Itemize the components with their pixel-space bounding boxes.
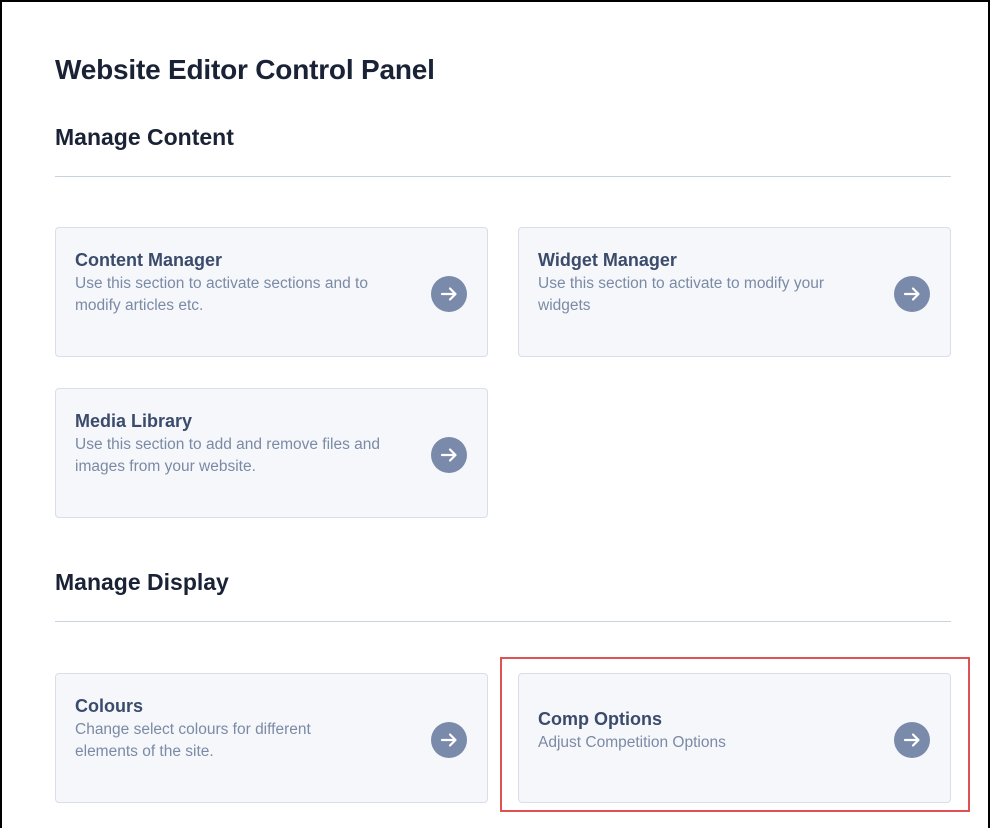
card-description: Use this section to activate to modify y… <box>538 275 825 314</box>
card-content-manager[interactable]: Content Manager Use this section to acti… <box>55 227 488 357</box>
arrow-right-icon[interactable] <box>894 276 930 312</box>
section-divider <box>55 621 951 622</box>
card-text: Widget Manager Use this section to activ… <box>538 248 878 317</box>
page-title: Website Editor Control Panel <box>55 54 435 85</box>
arrow-right-icon[interactable] <box>431 722 467 758</box>
card-text: Colours Change select colours for differ… <box>75 694 415 763</box>
card-title: Media Library <box>75 411 193 431</box>
arrow-right-icon[interactable] <box>431 437 467 473</box>
section-title-manage-content: Manage Content <box>55 124 234 150</box>
card-text: Media Library Use this section to add an… <box>75 409 415 478</box>
card-title: Content Manager <box>75 250 223 270</box>
card-text: Content Manager Use this section to acti… <box>75 248 415 317</box>
highlight-box <box>500 657 970 812</box>
card-title: Widget Manager <box>538 250 677 270</box>
section-divider <box>55 176 951 177</box>
card-description: Use this section to activate sections an… <box>75 275 368 314</box>
section-title-manage-display: Manage Display <box>55 569 229 595</box>
card-widget-manager[interactable]: Widget Manager Use this section to activ… <box>518 227 951 357</box>
card-media-library[interactable]: Media Library Use this section to add an… <box>55 388 488 518</box>
card-description: Change select colours for different elem… <box>75 721 311 760</box>
card-colours[interactable]: Colours Change select colours for differ… <box>55 673 488 803</box>
card-description: Use this section to add and remove files… <box>75 436 381 475</box>
arrow-right-icon[interactable] <box>431 276 467 312</box>
card-title: Colours <box>75 696 144 716</box>
